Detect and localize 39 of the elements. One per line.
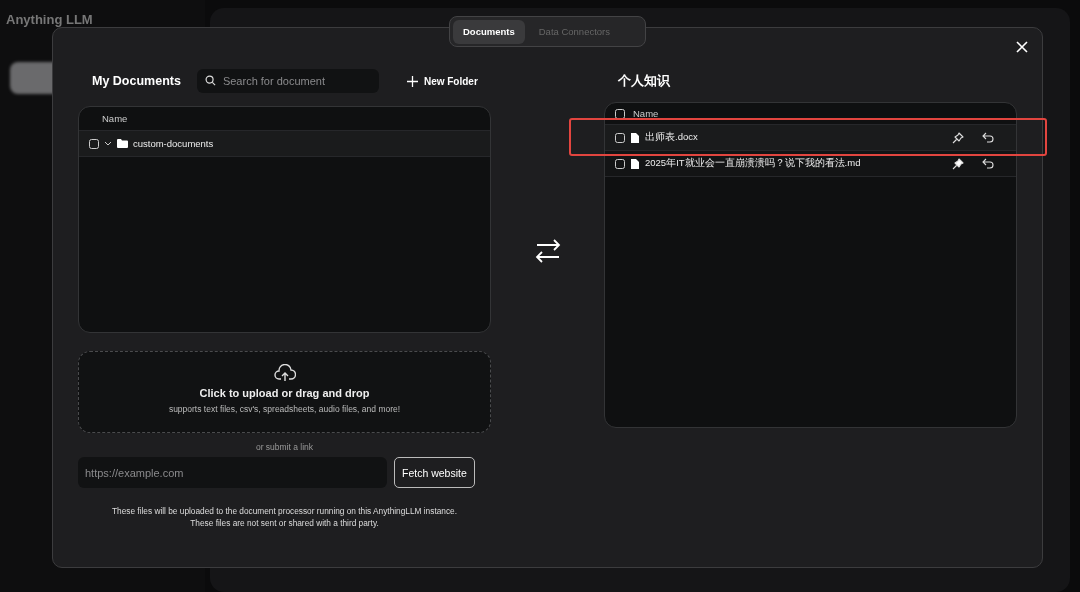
folder-row[interactable]: custom-documents <box>79 131 490 157</box>
checkbox[interactable] <box>615 108 625 119</box>
url-field[interactable]: https://example.com <box>78 457 387 488</box>
close-icon[interactable] <box>1016 41 1028 53</box>
pin-icon[interactable] <box>952 131 964 144</box>
chevron-icon <box>104 140 112 147</box>
notice-text: These files are not sent or shared with a third party. <box>190 518 379 528</box>
upload-dropzone[interactable]: Click to upload or drag and drop supports text files, csv's, spreadsheets, audio files, and more! <box>78 351 491 433</box>
file-row[interactable]: 2025年IT就业会一直崩溃溃吗？说下我的看法.md <box>605 151 1016 177</box>
panel-title: 个人知识 <box>618 72 670 90</box>
file-icon <box>631 132 639 143</box>
search-field[interactable]: Search for document <box>196 69 379 93</box>
swap-arrows-icon <box>534 239 561 263</box>
panel-title: My Documents <box>92 74 181 88</box>
checkbox[interactable] <box>615 158 625 169</box>
file-icon <box>631 158 639 169</box>
column-header: Name <box>102 113 128 124</box>
file-name: 2025年IT就业会一直崩溃溃吗？说下我的看法.md <box>645 157 861 170</box>
upload-hint: supports text files, csv's, spreadsheets, audio files, and more! <box>168 404 401 414</box>
undo-icon[interactable] <box>982 131 994 144</box>
plus-icon <box>406 75 418 87</box>
notice-text: These files will be uploaded to the document processor running on this AnythingLLM instance. <box>112 506 457 516</box>
link-label: or submit a link <box>255 442 314 452</box>
cloud-upload-icon <box>273 364 296 382</box>
folder-icon <box>117 139 128 148</box>
fetch-website-button[interactable]: Fetch website <box>394 457 475 488</box>
app-title: Anything LLM <box>6 12 93 27</box>
file-name: 出师表.docx <box>645 131 698 144</box>
checkbox[interactable] <box>89 138 99 149</box>
search-icon <box>204 75 216 86</box>
new-folder-button[interactable]: New Folder <box>406 75 478 87</box>
checkbox[interactable] <box>615 132 625 143</box>
undo-icon[interactable] <box>982 157 994 170</box>
pin-icon[interactable] <box>952 157 964 170</box>
folder-name: custom-documents <box>133 138 214 149</box>
tab[interactable]: Documents <box>453 19 525 44</box>
file-row[interactable]: 出师表.docx <box>605 125 1016 151</box>
upload-title: Click to upload or drag and drop <box>199 387 370 399</box>
column-header: Name <box>633 108 659 119</box>
